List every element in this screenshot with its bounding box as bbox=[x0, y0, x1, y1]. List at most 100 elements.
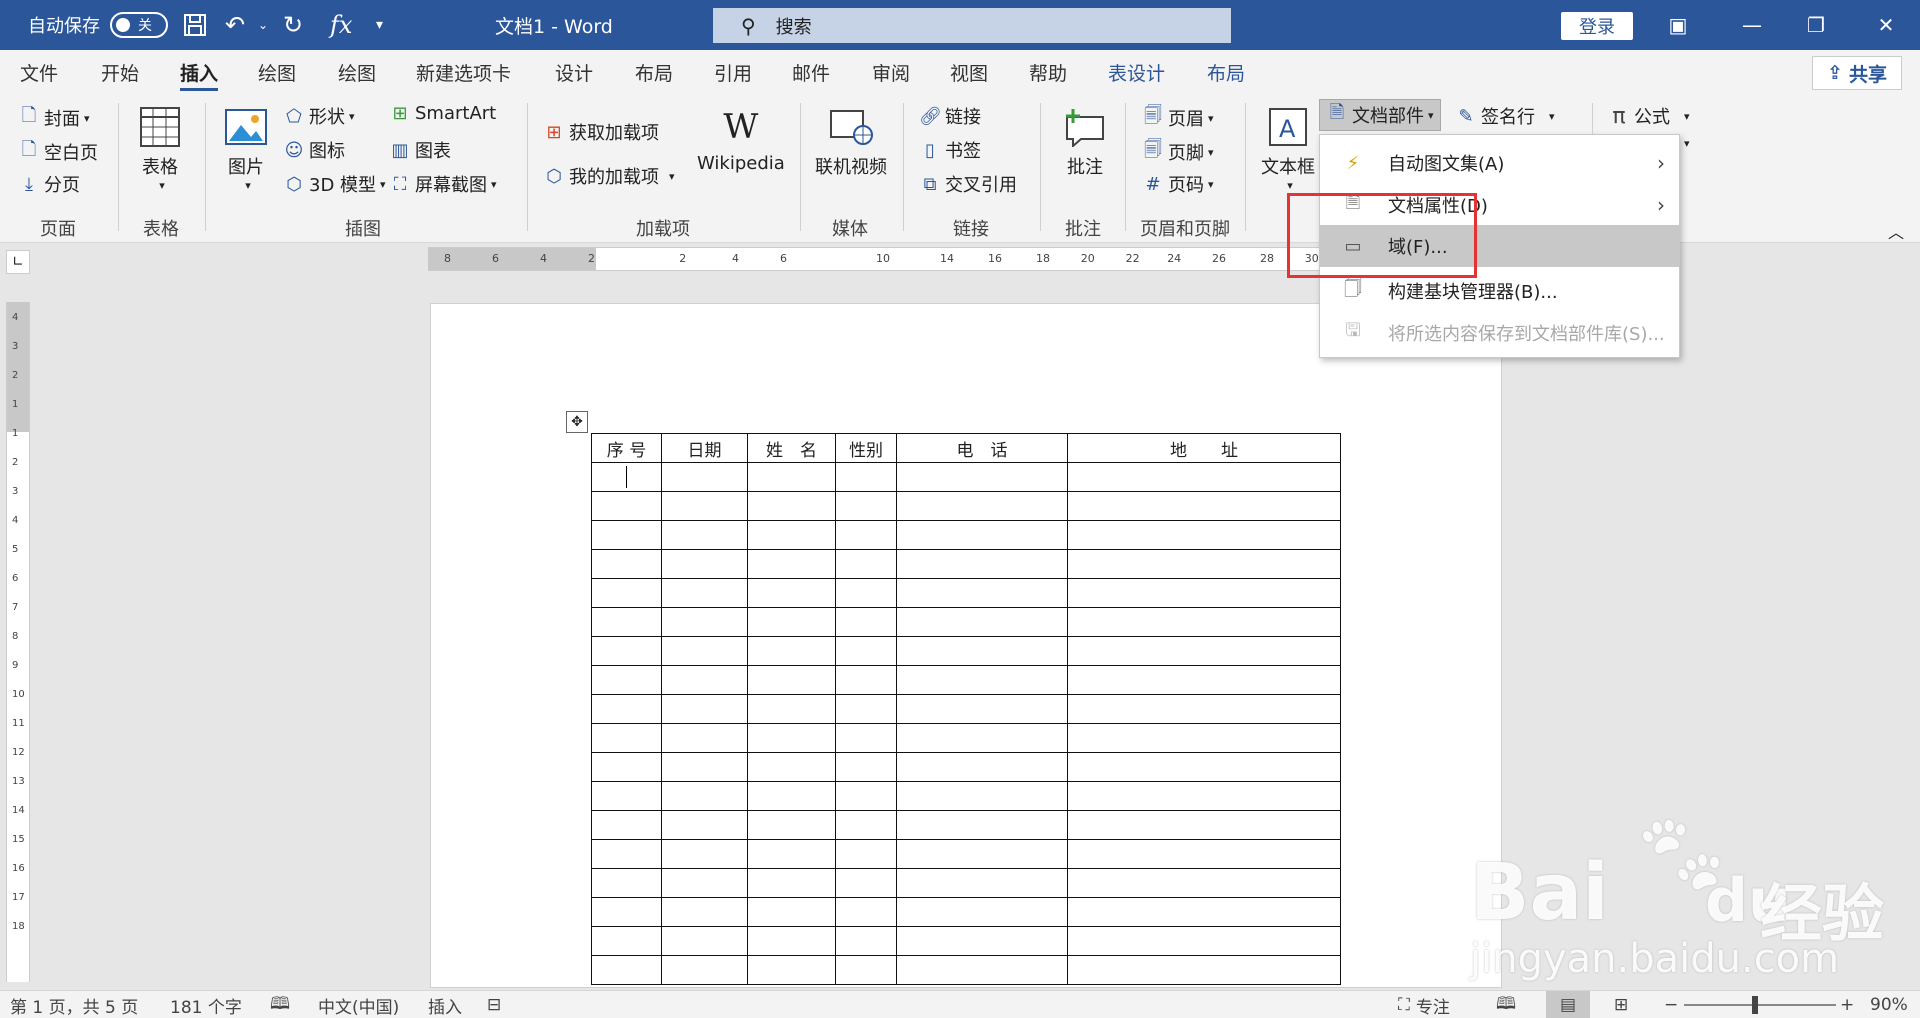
zoom-out-icon[interactable]: − bbox=[1664, 991, 1678, 1018]
table-cell[interactable] bbox=[1067, 926, 1341, 956]
table-cell[interactable] bbox=[1067, 810, 1341, 840]
table-cell[interactable] bbox=[661, 462, 748, 492]
table-cell[interactable] bbox=[1067, 462, 1341, 492]
get-addins-button[interactable]: ⊞ 获取加载项 bbox=[543, 119, 659, 145]
proofing-icon[interactable]: 🕮︎ bbox=[270, 991, 290, 1018]
page-count[interactable]: 第 1 页，共 5 页 bbox=[10, 991, 138, 1018]
insert-mode[interactable]: 插入 bbox=[428, 991, 462, 1018]
table-cell[interactable] bbox=[591, 520, 662, 550]
table-cell[interactable] bbox=[591, 781, 662, 811]
tab-file[interactable]: 文件 bbox=[20, 50, 58, 95]
tab-help[interactable]: 帮助 bbox=[1029, 50, 1067, 95]
read-mode-icon[interactable]: 🕮︎ bbox=[1496, 991, 1516, 1018]
table-cell[interactable] bbox=[896, 665, 1068, 695]
customize-qat-icon[interactable]: ▾ bbox=[376, 0, 383, 50]
table-cell[interactable] bbox=[747, 665, 836, 695]
tab-table-design[interactable]: 表设计 bbox=[1108, 50, 1165, 95]
word-count[interactable]: 181 个字 bbox=[170, 991, 242, 1018]
close-icon[interactable]: ✕ bbox=[1856, 0, 1916, 50]
header-cell[interactable]: 序 号 bbox=[591, 433, 662, 463]
table-cell[interactable] bbox=[661, 694, 748, 724]
table-cell[interactable] bbox=[835, 607, 897, 637]
table-cell[interactable] bbox=[835, 462, 897, 492]
table-cell[interactable] bbox=[1067, 897, 1341, 927]
table-cell[interactable] bbox=[835, 781, 897, 811]
menu-item-autotext[interactable]: ⚡ 自动图文集(A) › bbox=[1320, 143, 1679, 183]
search-input[interactable]: ⚲ 搜索 bbox=[713, 8, 1231, 43]
table-cell[interactable] bbox=[896, 549, 1068, 579]
header-button[interactable]: 🗐 页眉 ▾ bbox=[1142, 103, 1214, 133]
table-cell[interactable] bbox=[747, 839, 836, 869]
table-cell[interactable] bbox=[591, 549, 662, 579]
textbox-button[interactable]: A 文本框 ▾ bbox=[1261, 105, 1315, 192]
table-cell[interactable] bbox=[661, 723, 748, 753]
table-cell[interactable] bbox=[661, 520, 748, 550]
tab-draw-2[interactable]: 绘图 bbox=[338, 50, 376, 95]
zoom-slider[interactable] bbox=[1680, 991, 1840, 1018]
table-cell[interactable] bbox=[896, 955, 1068, 985]
table-cell[interactable] bbox=[661, 839, 748, 869]
table-cell[interactable] bbox=[1067, 839, 1341, 869]
table-cell[interactable] bbox=[896, 752, 1068, 782]
table-cell[interactable] bbox=[747, 636, 836, 666]
table-cell[interactable] bbox=[591, 491, 662, 521]
redo-icon[interactable]: ↻ bbox=[283, 0, 303, 50]
table-cell[interactable] bbox=[747, 520, 836, 550]
link-button[interactable]: 🔗︎ 链接 bbox=[919, 103, 981, 129]
table-cell[interactable] bbox=[1067, 636, 1341, 666]
page-break-button[interactable]: ⤓ 分页 bbox=[18, 171, 80, 197]
table-cell[interactable] bbox=[591, 607, 662, 637]
table-cell[interactable] bbox=[835, 520, 897, 550]
table-cell[interactable] bbox=[661, 897, 748, 927]
web-layout-icon[interactable]: ⊞ bbox=[1614, 991, 1628, 1018]
smartart-button[interactable]: ⊞ SmartArt bbox=[389, 103, 496, 124]
chart-button[interactable]: ▥ 图表 bbox=[389, 137, 451, 163]
tab-mailings[interactable]: 邮件 bbox=[792, 50, 830, 95]
table-cell[interactable] bbox=[1067, 694, 1341, 724]
footer-button[interactable]: 🗐 页脚 ▾ bbox=[1142, 137, 1214, 167]
table-cell[interactable] bbox=[835, 752, 897, 782]
table-cell[interactable] bbox=[835, 636, 897, 666]
table-cell[interactable] bbox=[896, 607, 1068, 637]
table-cell[interactable] bbox=[896, 694, 1068, 724]
language[interactable]: 中文(中国) bbox=[318, 991, 399, 1018]
symbol-dropdown[interactable]: ▾ bbox=[1680, 137, 1690, 150]
header-cell[interactable]: 日期 bbox=[661, 433, 748, 463]
my-addins-button[interactable]: ⬡ 我的加载项 ▾ bbox=[543, 163, 674, 189]
table-cell[interactable] bbox=[747, 491, 836, 521]
save-icon[interactable] bbox=[182, 0, 208, 50]
zoom-thumb[interactable] bbox=[1752, 996, 1758, 1014]
collapse-ribbon-icon[interactable]: ︿ bbox=[1888, 219, 1904, 243]
table-cell[interactable] bbox=[896, 781, 1068, 811]
tab-new[interactable]: 新建选项卡 bbox=[416, 50, 511, 95]
table-cell[interactable] bbox=[747, 462, 836, 492]
table-cell[interactable] bbox=[835, 578, 897, 608]
autosave-toggle[interactable]: 关 bbox=[110, 12, 168, 38]
table-cell[interactable] bbox=[1067, 665, 1341, 695]
vertical-ruler[interactable]: 4 3 2 1 1 2 3 4 5 6 7 8 9 10 11 12 13 14 15 16 17 18 bbox=[6, 302, 30, 982]
table-cell[interactable] bbox=[896, 578, 1068, 608]
table-cell[interactable] bbox=[835, 926, 897, 956]
table-cell[interactable] bbox=[747, 955, 836, 985]
page-number-button[interactable]: # 页码 ▾ bbox=[1142, 171, 1213, 197]
table-cell[interactable] bbox=[661, 955, 748, 985]
equation-button[interactable]: π 公式 ▾ bbox=[1608, 103, 1689, 129]
table-cell[interactable] bbox=[591, 462, 662, 492]
tab-home[interactable]: 开始 bbox=[101, 50, 139, 95]
table-cell[interactable] bbox=[591, 694, 662, 724]
tab-insert[interactable]: 插入 bbox=[180, 50, 219, 95]
login-button[interactable]: 登录 bbox=[1561, 12, 1633, 40]
table-cell[interactable] bbox=[591, 839, 662, 869]
table-cell[interactable] bbox=[591, 752, 662, 782]
table-cell[interactable] bbox=[896, 723, 1068, 753]
tab-draw[interactable]: 绘图 bbox=[258, 50, 296, 95]
table-cell[interactable] bbox=[896, 491, 1068, 521]
table-cell[interactable] bbox=[835, 665, 897, 695]
table-cell[interactable] bbox=[1067, 491, 1341, 521]
table-cell[interactable] bbox=[661, 578, 748, 608]
table-cell[interactable] bbox=[1067, 723, 1341, 753]
quick-parts-button[interactable]: 🗎 文档部件 ▾ bbox=[1319, 99, 1441, 131]
table-cell[interactable] bbox=[591, 636, 662, 666]
undo-dropdown-icon[interactable]: ⌄ bbox=[258, 0, 268, 50]
tab-table-layout[interactable]: 布局 bbox=[1207, 50, 1245, 95]
